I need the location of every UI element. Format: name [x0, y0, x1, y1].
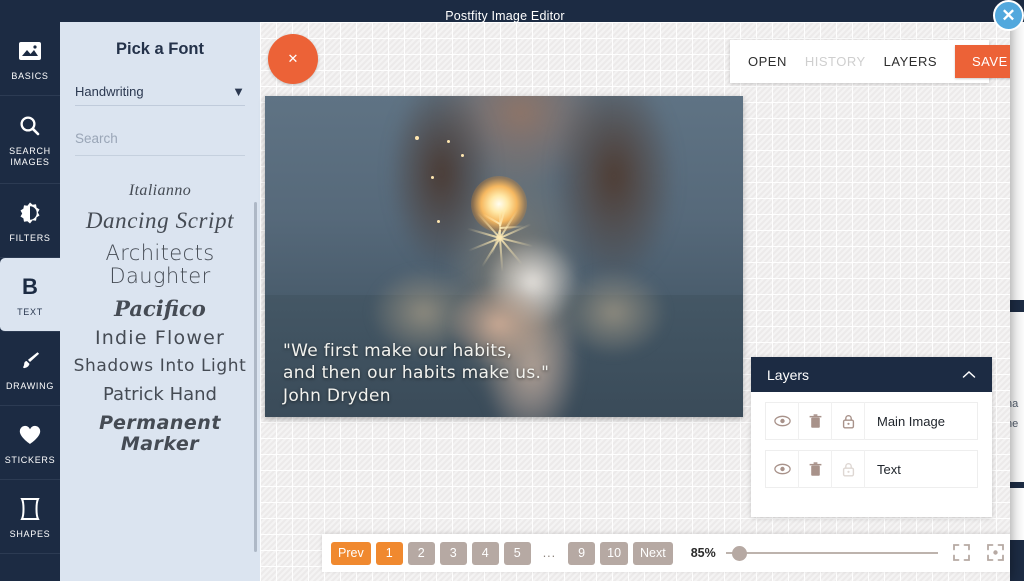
font-search-row	[75, 130, 245, 156]
pagination-page[interactable]: 5	[503, 541, 531, 565]
chevron-down-icon: ▼	[232, 84, 245, 99]
sparkler-rays	[466, 176, 533, 273]
pagination-page[interactable]: 4	[471, 541, 499, 565]
pagination-page[interactable]: 10	[600, 541, 629, 565]
zoom-slider-track	[725, 552, 938, 554]
chevron-up-icon[interactable]	[962, 367, 976, 383]
sidebar-item-label: TEXT	[17, 306, 43, 317]
brush-icon	[18, 346, 42, 376]
lock-icon[interactable]	[832, 402, 865, 440]
sidebar-item-filters[interactable]: FILTERS	[0, 184, 60, 258]
screen-root: na ne Postfity Image Editor BASICS SEARC…	[0, 0, 1024, 581]
font-list-item[interactable]: Italianno	[66, 178, 254, 204]
eye-icon[interactable]	[766, 450, 799, 488]
font-list-item[interactable]: Architects Daughter	[66, 238, 254, 293]
pagination-ellipsis: ...	[542, 546, 557, 560]
sidebar-item-label: STICKERS	[4, 454, 56, 465]
font-picker-panel: Pick a Font Handwriting ▼ Italianno Danc…	[60, 22, 260, 581]
pagination: Prev 1 2 3 4 5 ... 9 10 Next	[322, 541, 673, 565]
contrast-icon	[18, 198, 42, 228]
font-list-item[interactable]: Shadows Into Light	[66, 353, 254, 380]
font-list-item[interactable]: Indie Flower	[66, 324, 254, 353]
font-list-item[interactable]: Permanent Marker	[66, 409, 254, 460]
font-list: Italianno Dancing Script Architects Daug…	[60, 178, 260, 459]
layer-name: Main Image	[877, 413, 945, 429]
image-icon	[18, 36, 42, 66]
lock-icon	[832, 450, 865, 488]
panel-title: Pick a Font	[115, 40, 205, 58]
editor-toolbar: OPEN HISTORY LAYERS SAVE	[730, 40, 1010, 83]
history-button: HISTORY	[804, 54, 866, 69]
pagination-next[interactable]: Next	[633, 541, 673, 565]
save-button[interactable]: SAVE	[955, 45, 1010, 78]
font-list-item[interactable]: Pacifico	[66, 293, 254, 325]
layers-panel: Layers Main Image Text	[751, 357, 992, 517]
layers-panel-title: Layers	[767, 366, 810, 383]
sidebar-item-label: FILTERS	[9, 232, 51, 243]
sidebar-item-stickers[interactable]: STICKERS	[0, 406, 60, 480]
font-category-value: Handwriting	[75, 84, 144, 99]
sidebar-item-label: SHAPES	[9, 528, 51, 539]
font-list-scrollbar[interactable]	[254, 202, 257, 552]
layers-panel-header[interactable]: Layers	[751, 357, 992, 392]
center-focus-icon[interactable]	[986, 543, 1006, 563]
bold-b-icon: B	[22, 273, 38, 299]
close-button[interactable]: ✕	[993, 0, 1024, 31]
font-category-select[interactable]: Handwriting ▼	[75, 84, 245, 106]
pagination-page[interactable]: 2	[407, 541, 435, 565]
shape-icon	[19, 494, 41, 524]
eye-icon[interactable]	[766, 402, 799, 440]
search-input[interactable]	[75, 131, 245, 146]
search-icon	[18, 111, 42, 141]
trash-icon[interactable]	[799, 450, 832, 488]
sidebar-item-shapes[interactable]: SHAPES	[0, 480, 60, 554]
layer-row[interactable]: Text	[765, 450, 978, 488]
image-editor-modal: Postfity Image Editor BASICS SEARCH IMAG…	[0, 0, 1010, 581]
text-layer-overlay[interactable]: "We first make our habits, and then our …	[283, 340, 729, 407]
sidebar-item-label: DRAWING	[5, 380, 55, 391]
sidebar-item-label: BASICS	[11, 70, 49, 81]
sidebar-item-label: SEARCH IMAGES	[9, 146, 51, 167]
tool-rail: BASICS SEARCH IMAGES FILTERS B TEXT DRAW…	[0, 22, 60, 581]
fit-screen-icon[interactable]	[952, 543, 972, 563]
zoom-slider-handle[interactable]	[731, 545, 747, 561]
sidebar-item-drawing[interactable]: DRAWING	[0, 332, 60, 406]
sidebar-item-text[interactable]: B TEXT	[0, 258, 60, 332]
window-title: Postfity Image Editor	[445, 8, 565, 23]
font-list-item[interactable]: Patrick Hand	[66, 381, 254, 409]
pagination-page[interactable]: 9	[568, 541, 596, 565]
canvas-image-stage[interactable]: "We first make our habits, and then our …	[265, 96, 743, 417]
heart-icon	[18, 420, 42, 450]
pagination-page[interactable]: 3	[439, 541, 467, 565]
pagination-page[interactable]: 1	[375, 541, 403, 565]
layer-name: Text	[877, 461, 901, 477]
sidebar-item-search-images[interactable]: SEARCH IMAGES	[0, 96, 60, 184]
bottom-bar: Prev 1 2 3 4 5 ... 9 10 Next 85%	[322, 534, 1010, 572]
trash-icon[interactable]	[799, 402, 832, 440]
zoom-slider[interactable]	[725, 545, 938, 561]
cancel-button[interactable]: ✕	[268, 34, 318, 84]
zoom-controls: 85%	[691, 543, 1006, 563]
sidebar-item-basics[interactable]: BASICS	[0, 22, 60, 96]
open-button[interactable]: OPEN	[730, 54, 787, 69]
font-list-item[interactable]: Dancing Script	[66, 204, 254, 238]
zoom-level-value: 85%	[690, 546, 716, 560]
pagination-prev[interactable]: Prev	[331, 541, 371, 565]
layers-button[interactable]: LAYERS	[866, 54, 937, 69]
layer-row[interactable]: Main Image	[765, 402, 978, 440]
